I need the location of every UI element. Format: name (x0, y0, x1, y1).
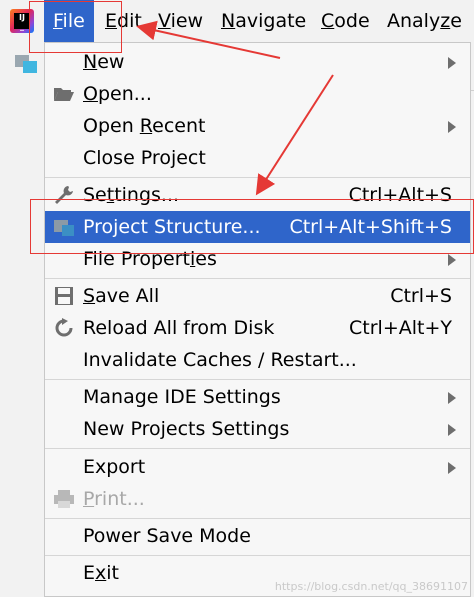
menu-item-export[interactable]: Export (45, 451, 470, 483)
chevron-right-icon (448, 424, 456, 436)
menu-navigate[interactable]: Navigate (212, 0, 315, 42)
menu-item-open-recent[interactable]: Open Recent (45, 110, 470, 142)
menu-item-reload-all[interactable]: Reload All from Disk Ctrl+Alt+Y (45, 312, 470, 344)
menu-separator (45, 379, 470, 380)
reload-icon (55, 318, 73, 337)
menu-item-save-all[interactable]: Save All Ctrl+S (45, 280, 470, 312)
project-folder-icon[interactable] (14, 52, 38, 74)
floppy-disk-icon (55, 287, 73, 305)
menu-item-label: Power Save Mode (83, 525, 251, 547)
left-gutter (0, 90, 44, 597)
menu-separator (45, 518, 470, 519)
menu-separator (45, 448, 470, 449)
menu-item-close-project[interactable]: Close Project (45, 142, 470, 174)
menu-item-manage-ide-settings[interactable]: Manage IDE Settings (45, 381, 470, 413)
menu-item-power-save-mode[interactable]: Power Save Mode (45, 520, 470, 552)
menu-item-label: Reload All from Disk (83, 317, 275, 339)
chevron-right-icon (448, 254, 456, 266)
chevron-right-icon (448, 57, 456, 69)
menu-item-new[interactable]: New (45, 46, 470, 78)
menu-item-file-properties[interactable]: File Properties (45, 243, 470, 275)
menu-item-label: New Projects Settings (83, 418, 290, 440)
intellij-logo-icon: IJ _ (10, 9, 34, 33)
watermark: https://blog.csdn.net/qq_38691107 (274, 580, 468, 593)
chevron-right-icon (448, 121, 456, 133)
chevron-right-icon (448, 392, 456, 404)
menu-item-label: New (83, 51, 125, 73)
menu-item-label: Open... (83, 83, 152, 105)
menu-item-label: Exit (83, 562, 119, 584)
wrench-icon (55, 186, 73, 204)
shortcut-label: Ctrl+Alt+S (348, 184, 452, 206)
shortcut-label: Ctrl+S (390, 285, 452, 307)
menu-item-label: Settings... (83, 184, 180, 206)
menu-item-project-structure[interactable]: Project Structure... Ctrl+Alt+Shift+S (45, 211, 470, 243)
menu-separator (45, 177, 470, 178)
menu-item-open[interactable]: Open... (45, 78, 470, 110)
menu-item-label: Export (83, 456, 146, 478)
menu-item-settings[interactable]: Settings... Ctrl+Alt+S (45, 179, 470, 211)
menu-bar: IJ _ File Edit View Navigate Code Analyze (0, 0, 474, 42)
menu-view[interactable]: View (149, 0, 212, 42)
menu-file[interactable]: File (44, 0, 94, 42)
menu-item-label: Save All (83, 285, 160, 307)
shortcut-label: Ctrl+Alt+Shift+S (289, 216, 452, 238)
menu-separator (45, 278, 470, 279)
menu-item-label: File Properties (83, 248, 217, 270)
menu-item-label: Manage IDE Settings (83, 386, 281, 408)
menu-item-label: Print... (83, 488, 145, 510)
menu-edit[interactable]: Edit (96, 0, 151, 42)
menu-item-label: Invalidate Caches / Restart... (83, 349, 357, 371)
menu-item-print: Print... (45, 483, 470, 515)
shortcut-label: Ctrl+Alt+Y (349, 317, 452, 339)
menu-item-label: Project Structure... (83, 216, 261, 238)
menu-item-label: Close Project (83, 147, 206, 169)
menu-item-new-projects-settings[interactable]: New Projects Settings (45, 413, 470, 445)
menu-item-label: Open Recent (83, 115, 206, 137)
project-structure-icon (54, 220, 74, 236)
printer-icon (54, 490, 74, 508)
menu-item-invalidate-caches[interactable]: Invalidate Caches / Restart... (45, 344, 470, 376)
chevron-right-icon (448, 462, 456, 474)
menu-analyze[interactable]: Analyze (378, 0, 471, 42)
file-menu-dropdown: New Open... Open Recent Close Project Se… (44, 42, 471, 597)
menu-separator (45, 555, 470, 556)
folder-open-icon (54, 88, 74, 101)
menu-code[interactable]: Code (312, 0, 379, 42)
